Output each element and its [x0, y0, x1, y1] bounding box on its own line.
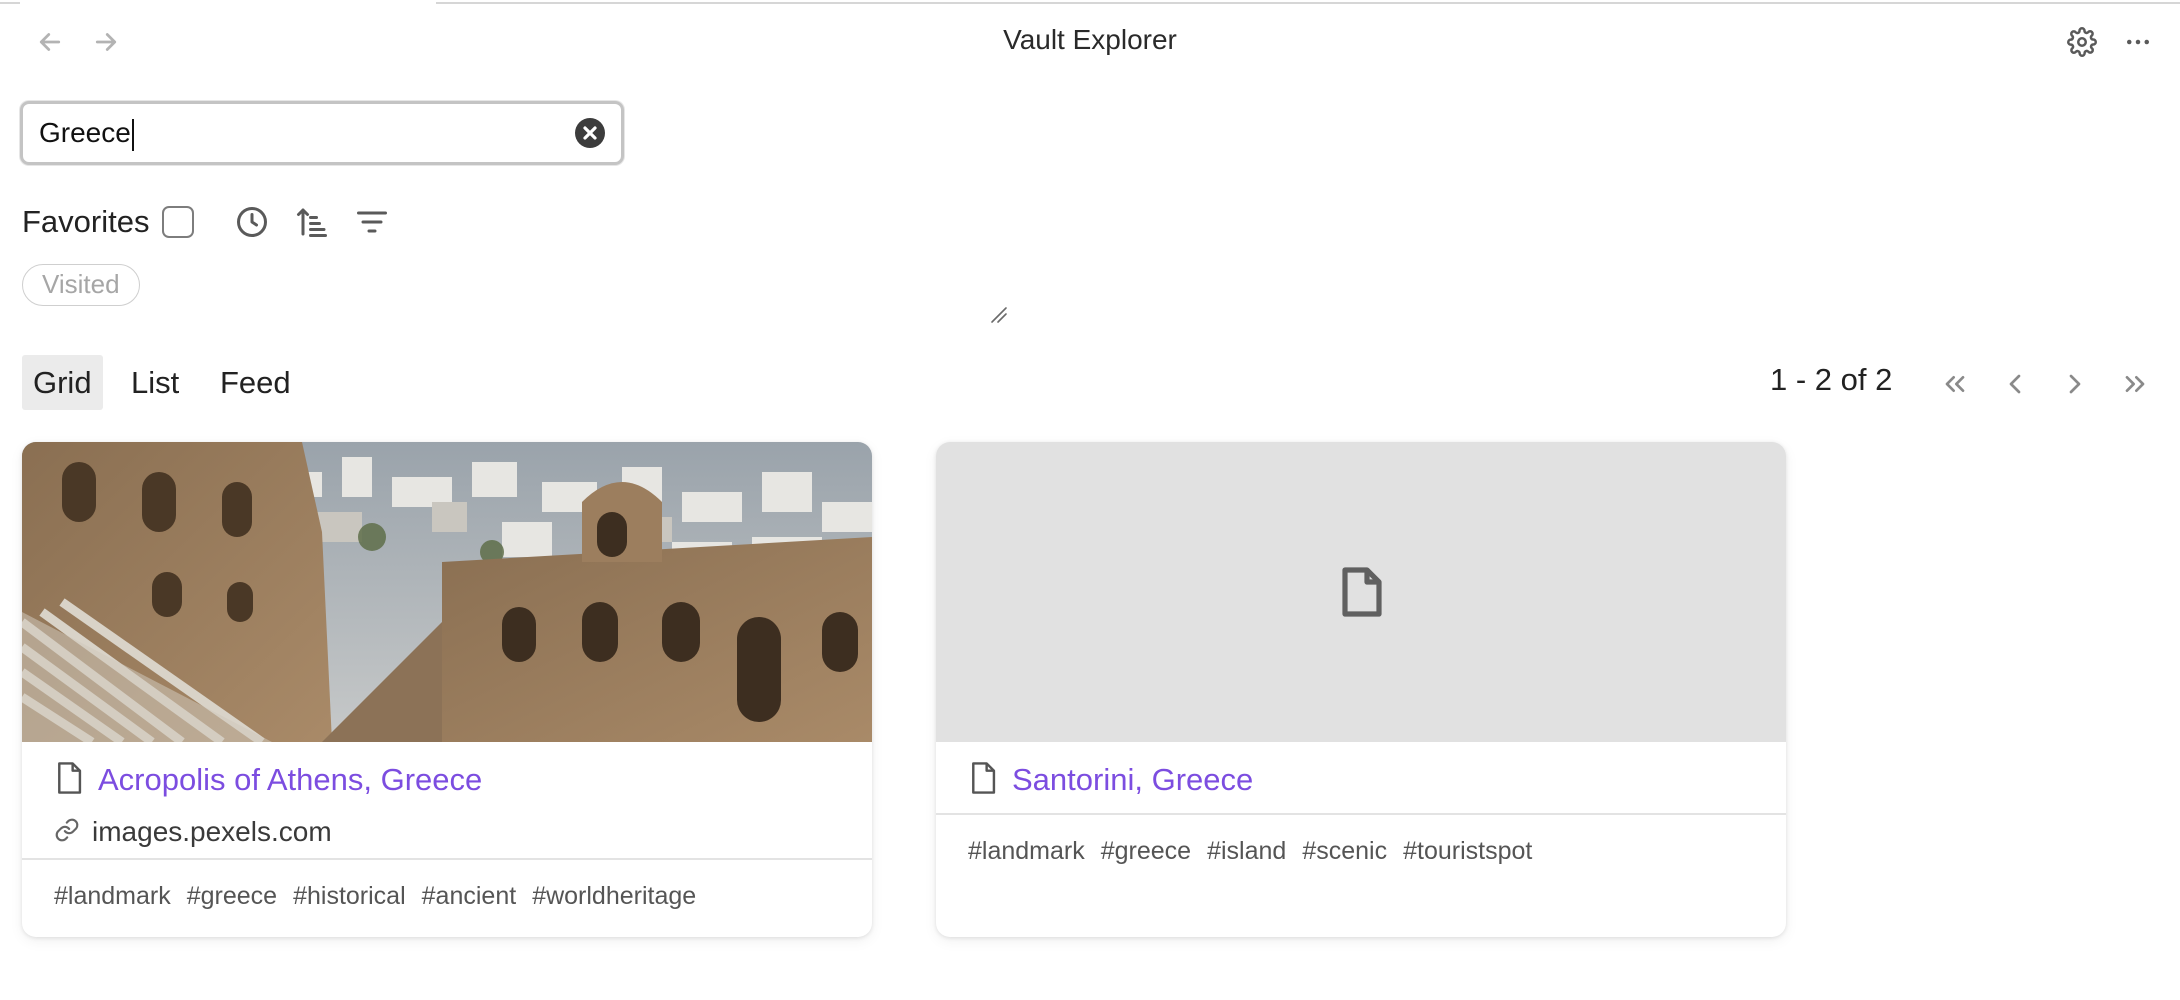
search-box: Greece [20, 101, 624, 165]
file-icon [54, 761, 84, 800]
card-title-row: Santorini, Greece [968, 758, 1253, 802]
view-title: Vault Explorer [1003, 24, 1177, 55]
next-page-button[interactable] [2053, 362, 2097, 406]
clear-circle-icon [583, 126, 597, 140]
last-page-button[interactable] [2113, 362, 2157, 406]
card-title-link[interactable]: Santorini, Greece [1012, 762, 1253, 798]
ancient-theatre-photo [22, 442, 872, 742]
clock-icon [237, 207, 267, 237]
chevrons-right-icon [2125, 376, 2145, 392]
first-page-button[interactable] [1933, 362, 1977, 406]
tag[interactable]: #island [1207, 837, 1286, 866]
tab-feed[interactable]: Feed [209, 355, 302, 410]
resize-handle[interactable] [990, 306, 1008, 324]
chevrons-left-icon [1945, 376, 1965, 392]
tag[interactable]: #landmark [968, 837, 1085, 866]
property-filter-chip[interactable]: Visited [22, 264, 140, 306]
sort-ascending-icon [297, 208, 327, 237]
more-horizontal-icon [2127, 39, 2149, 45]
gear-icon [2067, 27, 2097, 57]
search-value: Greece [39, 117, 131, 148]
clear-search-button[interactable] [575, 118, 605, 148]
file-icon [968, 761, 998, 800]
filter-button[interactable] [350, 200, 394, 244]
sort-button[interactable] [290, 200, 334, 244]
card-url-row: images.pexels.com [54, 812, 332, 852]
previous-page-button[interactable] [1993, 362, 2037, 406]
file-icon [1342, 567, 1382, 617]
pagination-label: 1 - 2 of 2 [1770, 362, 1893, 397]
card-source-url[interactable]: images.pexels.com [92, 816, 332, 848]
vault-explorer-view: Vault Explorer Greece Favorites Visited … [0, 0, 2180, 1000]
tag[interactable]: #touristspot [1403, 837, 1532, 866]
tag[interactable]: #scenic [1302, 837, 1387, 866]
settings-button[interactable] [2060, 20, 2104, 64]
tag[interactable]: #landmark [54, 882, 171, 911]
text-caret [131, 118, 134, 151]
search-input[interactable]: Greece [39, 104, 559, 162]
link-icon [54, 817, 80, 848]
tab-edge-left [0, 0, 20, 4]
tab-edge-right [436, 0, 2180, 4]
tag[interactable]: #greece [187, 882, 277, 911]
filter-lines-icon [357, 211, 387, 233]
tag[interactable]: #ancient [422, 882, 517, 911]
card-cover-placeholder [936, 442, 1786, 742]
card-cover-image [22, 442, 872, 742]
card-divider [22, 858, 872, 860]
chevron-left-icon [2009, 374, 2021, 394]
card-tags: #landmark #greece #island #scenic #touri… [968, 837, 1532, 866]
note-card[interactable]: Santorini, Greece #landmark #greece #isl… [936, 442, 1786, 937]
chevron-right-icon [2069, 374, 2081, 394]
tag[interactable]: #historical [293, 882, 406, 911]
tag[interactable]: #worldheritage [532, 882, 696, 911]
note-card[interactable]: Acropolis of Athens, Greece images.pexel… [22, 442, 872, 937]
tag[interactable]: #greece [1101, 837, 1191, 866]
tab-list[interactable]: List [120, 355, 190, 410]
tab-grid[interactable]: Grid [22, 355, 103, 410]
timeline-button[interactable] [230, 200, 274, 244]
resize-grip-icon [991, 307, 1007, 323]
tab-strip [0, 0, 2180, 4]
card-tags: #landmark #greece #historical #ancient #… [54, 882, 696, 911]
card-title-row: Acropolis of Athens, Greece [54, 758, 482, 802]
more-options-button[interactable] [2116, 20, 2160, 64]
favorites-checkbox[interactable] [162, 206, 194, 238]
card-title-link[interactable]: Acropolis of Athens, Greece [98, 762, 482, 798]
card-divider [936, 813, 1786, 815]
favorites-label: Favorites [22, 204, 150, 239]
